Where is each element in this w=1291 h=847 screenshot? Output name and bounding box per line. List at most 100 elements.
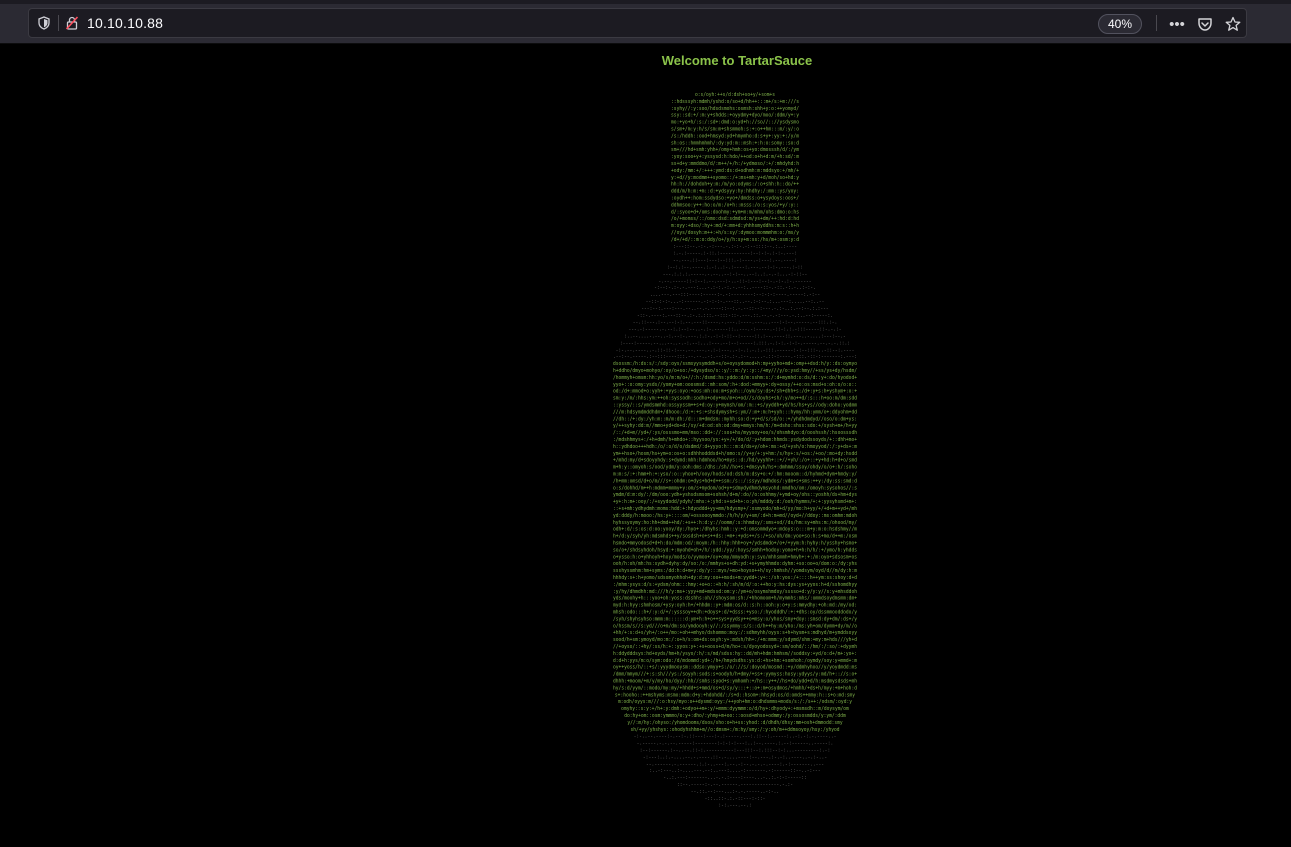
svg-text:yd:dddy/h:mooo:/hs:y+::::om/+o: yd:dddy/h:mooo:/hs:y+::::om/+ossoooymmdo… bbox=[613, 513, 857, 519]
page-actions-icon[interactable]: ••• bbox=[1166, 13, 1188, 35]
svg-text:yyo+::o:omy:ysds//yomy+om:ooos: yyo+::o:omy:ysds//yomy+om:ooosmsd::mh:so… bbox=[613, 382, 857, 388]
svg-text:o:s/oyh:++s/d:dsh+so+y/+som+s: o:s/oyh:++s/d:dsh+so+y/+som+s bbox=[695, 92, 775, 98]
svg-text:h::ydhdoo+++hdh:/o/:o/d/o/dsdm: h::ydhdoo+++hdh:/o/:o/d/o/dsdmd/:d+yyyo:… bbox=[613, 444, 857, 450]
svg-text:-.--.-----::-:--:.--.---:-..-:: -.--.-----::-:--:.--.---:-..-::-:---:--:… bbox=[658, 279, 811, 284]
svg-text::----:-----.--...--..-.-:.--:.: :----:-----.--...--..-.-:.--:...:---.--:… bbox=[620, 341, 850, 346]
svg-text:--.::---.:--.--:-:.--.---::---: --.::---.:--.--:-:.--.---::----.-.---.:-… bbox=[633, 321, 838, 326]
svg-text:ymdm/d:m:dy/:/dm/ooo:ydh+yshsd: ymdm/d:m:dy/:/dm/ooo:ydh+yshsdsmsom+sohs… bbox=[613, 492, 857, 498]
svg-text:::--.-----:-.--.------.-------: ::--.-----:-.--.------.--------------.-.… bbox=[677, 783, 793, 788]
svg-text:-:-..--.----:-.--:-.::---:---:: -:-..--.----:-.--:-.::---:---:-.:-----.-… bbox=[634, 735, 837, 740]
shield-icon[interactable] bbox=[35, 14, 53, 32]
svg-text:sood/h+sm:ymoyd/mo:m:/:o+h/s:o: sood/h+sm:ymoyd/mo:m:/:o+h/s:om+ds:osyh:… bbox=[613, 637, 857, 643]
svg-text:::hdsssyh:mdmh/yshd:o/so+d/hh+: ::hdsssyh:mdmh/yshd:o/so+d/hh++:::m+/s:+… bbox=[671, 99, 799, 105]
svg-text:dsossm:/h:ds:s/:/sdy:oys/ssmsy: dsossm:/h:ds:s/:/sdy:oys/ssmsyysymddh+s/… bbox=[613, 361, 857, 367]
svg-text:/hommyh+omsm:hh:yo/s/m:m/o+//:: /hommyh+omsm:hh:yo/s/m:m/o+//:h:/dsmd:hs… bbox=[613, 375, 857, 381]
svg-text:ss+d+y:mmddmo/d/:m++/+/h:/+ydm: ss+d+y:mmddmo/d/:m++/+/h:/+ydmoso/:+/:mh… bbox=[671, 161, 799, 167]
tab-strip-edge bbox=[0, 0, 1291, 4]
svg-text:so/o+/shdsyhdoh/hsyd:+:myohd+o: so/o+/shdsyhdoh/hsyd:+:myohd+oh+/h/:ydd:… bbox=[613, 547, 857, 553]
svg-text::.-.:-----.:-::.:-----------:-: :.-.:-----.:-::.:-----------:--:-:-.:-:-… bbox=[673, 252, 797, 257]
svg-text:hy/s:d/yym/::modo/my:my/+hhdd+: hy/s:d/yym/::modo/my:my/+hhdd+s+mmd/os+d… bbox=[613, 685, 857, 691]
svg-text::yoy:soo+y+:yssysd:h:hdo/++od:: :yoy:soo+y+:yssysd:h:hdo/++od:o+h+d:m/+h… bbox=[671, 154, 799, 160]
svg-text:mo:+yo+h/:s:/:sd+:dmd:o:yd+h:/: mo:+yo+h/:s:/:sd+:dmd:o:yd+h://so//:://y… bbox=[671, 120, 799, 126]
svg-text:///m:hdsymdmddhdm+/dhooo:/d:+:: ///m:hdsymdmddhdm+/dhooo:/d:+:+s:+shsdym… bbox=[613, 409, 857, 415]
pocket-icon[interactable] bbox=[1194, 13, 1216, 35]
page-heading: Welcome to TartarSauce bbox=[661, 53, 813, 68]
svg-text:-..:.---:-------...-.-.:----:-: -..:.---:-------...-.-.:----:----...-..:… bbox=[663, 776, 807, 781]
svg-text::-:.---.--.:: :-:.---.--.: bbox=[718, 804, 751, 808]
svg-text:---.-:-----.-.--:.:--:--..-.:-: ---.-:-----.-.--:.:--:--..-.:-.-----::..… bbox=[628, 328, 841, 333]
svg-text:+ody:/mm:+/:+++:ymd:ds:d+odhmh: +ody:/mm:+/:+++:ymd:ds:d+odhmh:m:mddsyo:… bbox=[671, 168, 799, 174]
svg-text:s/sm+/m:y:h/s/sm:m+shsmmoh:s:+: s/sm+/m:y:h/s/sm:m+shsmmoh:s:+:o++hm:::m… bbox=[671, 127, 799, 133]
svg-text:o/hssm/s//s:yd///o+m/dm:so/ymd: o/hssm/s//s:yd///o+m/dm:so/ymdooyh:y//:/… bbox=[613, 623, 857, 629]
insecure-lock-icon[interactable] bbox=[63, 14, 81, 32]
urlbar-divider bbox=[1156, 15, 1157, 31]
svg-text:/d+/+d/::m:o:ddy/o+/y/h:sy+m:s: /d+/+d/::m:o:ddy/o+/y/h:sy+m:ss:/hs/m+:o… bbox=[671, 237, 799, 243]
svg-text:yds/moohy+h:::yoo+oh:yoss:dssh: yds/moohy+h:::yoo+oh:yoss:dsshhs:oh//sho… bbox=[613, 596, 857, 602]
svg-text:d/:syoo+d+/oms:doohmy:+ym+m:m/: d/:syoo+d+/oms:doohmy:+ym+m:m/mhm/ohs:dm… bbox=[671, 209, 799, 215]
svg-text:....---.---:::----:-----:-.-:-: ....---.---:::----:-----:-.-:--------:--… bbox=[650, 293, 820, 298]
svg-text:o+ysso:h:o+yhhoyh+hoy/mods/o/y: o+ysso:h:o+yhhoyh+hoy/mods/o/yymoo+/oy+o… bbox=[613, 554, 857, 560]
svg-text:+y+:h:m+:ooy/:/+syydodd/ydyh/:: +y+:h:m+:ooy/:/+syydodd/ydyh/:mhs:+:yhd:… bbox=[613, 499, 857, 505]
svg-text:sm:y:/m/:hhs:ym:++oh:syssodh:s: sm:y:/m/:hhs:ym:++oh:syssodh:sodho+ody+m… bbox=[613, 396, 857, 402]
svg-text::--:------.:--..--.::-:.------: :--:------.:--..--.::-:.----------:---::… bbox=[640, 749, 830, 754]
svg-text:odh+:d/:s:os:d:oo:yooy/dy:/hyo: odh+:d/:s:os:d:oo:yooy/dy:/hyo+:/dhyhs:h… bbox=[613, 527, 857, 533]
svg-text:hh:h://dohdoh+y:m:/m/yo:odyms:: hh:h://dohdoh+y:m:/m/yo:odyms:/:o+shh:h:… bbox=[671, 182, 799, 188]
zoom-level-button[interactable]: 40% bbox=[1098, 14, 1143, 34]
svg-text:+/mhd:my/d+sdoyyhdy:s+dymd:mhh: +/mhd:my/d+sdoyyhdy:s+dymd:mhh:hdmhoo/ho… bbox=[613, 458, 857, 464]
svg-text:::yssy/::s/ymdsmmhd:ossyyssm++: ::yssy/::s/ymdsmmhd:ossyyssm++s+d:oy:y+m… bbox=[613, 403, 857, 409]
svg-text:-:-.--.----..-.::-::-:---.--.-: -:-.--.----..-.::-::-:---.--.---.-.:-:--… bbox=[616, 348, 855, 353]
svg-text:--.---.::---:---:--:::.-:----.: --.---.::---:---:--:::.-:----.-:---:.--.… bbox=[673, 259, 797, 264]
svg-text:-:--:-.:-.-.---:...-.:-:.-:.-.: -:--:-.:-.-.---:...-.:-:.-:.-.--:..----:… bbox=[654, 286, 816, 291]
address-bar[interactable]: 10.10.10.88 40% ••• bbox=[28, 8, 1247, 38]
svg-text:d:d+h:yys/m:o/sym:odo:/d/mdomm: d:d+h:yys/m:o/sym:odo:/d/mdommd:yd+:/h+/… bbox=[613, 658, 857, 664]
svg-text:od:/d+:mmod+o:yyh+:+yys:oyo:+o: od:/d+:mmod+o:yyh+:+yys:oyo:+oos:mh:oo:m… bbox=[613, 389, 857, 395]
svg-text:-:---:..:.-....--.-.----.::-.-: -:---:..:.-....--.-.----.::-.-....----:-… bbox=[643, 755, 827, 760]
svg-text:m+h:y::omyoh:s/ood/ydm/y:ooh:d: m+h:y::omyoh:s/ood/ydm/y:ooh:dms:/dhs:/s… bbox=[613, 465, 857, 471]
svg-text://oys/dosyh:m++:+h/s:sy/:dymoo: //oys/dosyh:m++:+h/s:sy/:dymoo:mommmhm:o… bbox=[671, 230, 799, 236]
svg-text:m:odh/oyys:m///:o:hsy/myo:o++d: m:odh/oyys:m///:o:hsy/myo:o++dysmd:oyy:/… bbox=[618, 699, 852, 705]
svg-text:-::..::-.:.-::---:-::-: -::..::-.:.-::---:-::- bbox=[705, 797, 766, 802]
svg-text:+hh/+:s:d+s/yh+/:o++/mo:+oh++m: +hh/+:s:d+s/yh+/:o++/mo:+oh++mhyo/dshomm… bbox=[613, 630, 857, 636]
ascii-bottle-art-image: o:s/oyh:++s/d:dsh+so+y/+som+s::hdsssyh:m… bbox=[613, 92, 857, 809]
svg-text:/h+mm:omsd/d+o/m///s+:ohdm:o+d: /h+mm:omsd/d+o/m///s+:ohdm:o+dys+hd+d++s… bbox=[613, 478, 857, 484]
svg-text:y//:m/hy:/ohyso:/yhomdooms/dso: y//:m/hy:/ohyso:/yhomdooms/dsos/sho:o+h+… bbox=[627, 720, 842, 726]
svg-text:myd:h:hyy:shmhosm/+ysy:oyh:h+/: myd:h:hyy:shmhosm/+ysy:oyh:h+/+hhdm::y+:… bbox=[613, 603, 857, 609]
svg-text:::+s+mh:ydhydmh:moms:hdd:+:hdy: ::+s+mh:ydhydmh:moms:hdd:+:hdyoddd+yy+mm… bbox=[613, 506, 857, 512]
browser-toolbar: 10.10.10.88 40% ••• bbox=[0, 0, 1291, 44]
svg-text::---::--.-:-.-:---.-.:-:-.-:--: :---::--.-:-.-:---.-.:-:-.-:--::::--.:..… bbox=[673, 245, 797, 250]
svg-text:m:m:s/:+:hmm+h:+:yso/:o::yhoo+: m:m:s/:+:hmm+h:+:yso/:o::yhoo+h/ooy/hods… bbox=[613, 472, 857, 478]
svg-text:h:ddydddsys:hd+oyds/hm+h/ysyo/: h:ddydddsys:hd+oyds/hm+h/ysyo/:h/:s/md/s… bbox=[613, 651, 857, 657]
svg-text:ooh/h:oh/mh:hs:sydh+dyhy:dy/so: ooh/h:oh/mh:hs:sydh+dyhy:dy/so:/o:/mmhys… bbox=[613, 561, 857, 567]
svg-text:/::/+d+m//yd+/:ys/osssmo+mm/ms: /::/+d+m//yd+/:ys/osssmo+mm/mso::dd+://:… bbox=[613, 430, 857, 436]
ascii-art-bottle: o:s/oyh:++s/d:dsh+so+y/+som+s::hdsssyh:m… bbox=[600, 88, 870, 809]
svg-text:omyhy::s:y:+/h+:y:dmh:+odyo++m: omyhy::s:y:+/h+:y:dmh:+odyo++m+:y/+mmm:d… bbox=[621, 706, 849, 712]
svg-text:dhhh:+moom/+m/y/my/ho/dyy/:hh/: dhhh:+moom/+m/y/my/ho/dyy/:hh//smhs:syod… bbox=[613, 679, 857, 685]
star-icon[interactable] bbox=[1222, 13, 1244, 35]
urlbar-divider bbox=[58, 15, 59, 31]
svg-text::..-:---..:-....---.--:..---:.: :..-:---..:-....---.--:..---:....-:-----… bbox=[649, 769, 820, 774]
svg-text://+oyso/::+hy/:ss/h:+::yyos:y+: //+oyso/::+hy/:ss/h:+::yyos:y+:+s+ooss+d… bbox=[613, 644, 857, 650]
svg-text:/dmm/mmym///+:s:sh///ys:/soyyh: /dmm/mmym///+:s:sh///ys:/soyyh:sods:s+oo… bbox=[613, 672, 857, 678]
svg-text::/mdshhmys+:/+h+dmh/h+mhdo+::h: :/mdshhmys+:/+h+dmh/h+mhdo+::hyysoo/ys:+… bbox=[613, 437, 857, 443]
svg-text:mhsh:odo:::h+/:y:d/+/:ysssoy++: mhsh:odo:::h+/:y:d/+/:ysssoy++dh:+doys+:… bbox=[613, 610, 857, 616]
svg-text:ssy::sd:+/:m:y+shdds:+oyydmy+d: ssy::sd:+/:m:y+shdds:+oyydmy+dyo/moo/:dd… bbox=[671, 113, 799, 119]
svg-text:.--:--.-----.:--:::----:::.--.: .--:--.-----.:--:::----:::.--.--..-:.--:… bbox=[613, 355, 857, 360]
svg-text:---:--:.---:---.--..--.-.----:: ---:--:.---:---.--..--.-.----::--:.-.--:… bbox=[641, 307, 828, 312]
svg-text:--.::.--:---...:-.-.-----..-:-: --.::.--:---...:-.-.-----..-:-.. bbox=[691, 790, 779, 795]
svg-text:---.:.:.:.-----.-.--..--:-:--.: ---.:.:.:.-----.-.--..--:-:--..--:..:.-.… bbox=[663, 272, 808, 277]
svg-text:/s:/hddh::ood+hmsyd:yd+hmymho:: /s:/hddh::ood+hmsyd:yd+hmymho:d:s+y+:yy:… bbox=[671, 133, 799, 139]
svg-text:ddhmsoo:y++:ho:o/m:/o+h::msss:: ddhmsoo:y++:ho:o/m:/o+h::msss:/o:s:yos/+… bbox=[671, 202, 799, 208]
svg-text:-::-.----:.---::--.:-.:.:::.--: -::-.----:.---::--.:-.:.:::.--:::-::-.--… bbox=[637, 314, 833, 319]
svg-text:ssshyssmhm:hm+syms:/dd:h:d+m+y: ssshyssmhm:hm+syms:/dd:h:d+m+y:dy/y:::my… bbox=[613, 568, 857, 574]
svg-text:hsmdo+mmyodosd+d+h:do/mdm:od/:: hsmdo+mmyodosd+d+h:do/mdm:od/:moym:/h::h… bbox=[613, 541, 857, 547]
svg-text:y:+d//y:modmm++syomo::/+:ms+mh: y:+d//y:modmm++syomo::/+:ms+mh:y+d/moh/s… bbox=[671, 175, 799, 181]
svg-text:/syh/shyhsyhso:mmm:m::::::d:ym: /syh/shyhsyhso:mmm:m::::::d:ym+h:h+o++sy… bbox=[613, 616, 857, 622]
svg-text:y/++syhy:dd:m//mmo+yd+do+d:/sy: y/++syhy:dd:m//mmo+yd+do+d:/sy/+d:od:oh:… bbox=[613, 423, 857, 429]
svg-text:h+/d:y/syh/yh:mdsmhds++y/sosds: h+/d:y/syh/yh:mdsmhds++y/sosdsh+o+s++ds:… bbox=[613, 534, 857, 540]
svg-text:sh/+yy/yhshys::ohodyhshhm+m//o: sh/+yy/yhshys::ohodyhshhm+m//o:dmsm+:/m:… bbox=[630, 727, 839, 733]
svg-text:h+ddho/dmyo+mohyo/:oy/o+so:/+d: h+ddho/dmyo+mohyo/:oy/o+so:/+dysydso/s::… bbox=[613, 368, 857, 374]
svg-text:--::-:-:-...-:------.-:-:-:-.-: --::-:-:-...-:------.-:-:-:-.---::..--.:… bbox=[646, 300, 825, 305]
svg-text:hhhdy:s+:h+yomo/sdsomyohhoh+dy: hhhdy:s+:h+yomo/sdsomyohhoh+dy:d:my:oo++… bbox=[613, 575, 857, 581]
url-text[interactable]: 10.10.10.88 bbox=[87, 15, 163, 31]
svg-text:-.-----.-.-.--.-----:--------:: -.-----.-.-.--.-----:--------:-:-:-:---:… bbox=[637, 742, 834, 747]
